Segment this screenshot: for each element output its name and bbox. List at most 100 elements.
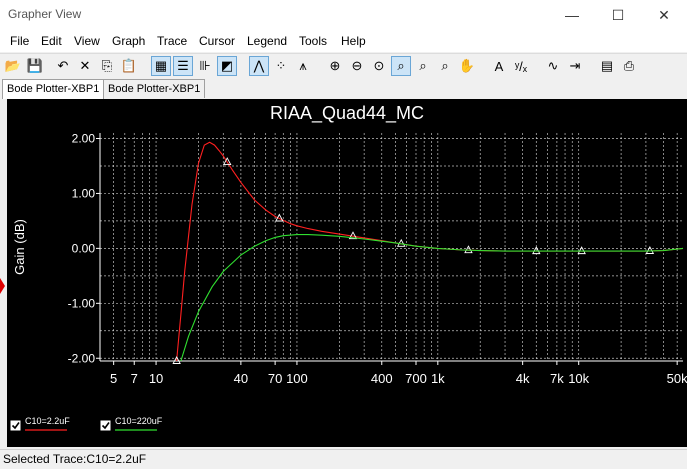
copy-icon: ⎘ (101, 58, 113, 73)
paste-button[interactable]: 📋 (119, 56, 139, 76)
properties-button[interactable]: ▤ (597, 56, 617, 76)
window-title: Grapher View (8, 7, 82, 21)
bode-chart[interactable]: RIAA_Quad44_MC Gain (dB) 2.00 1.00 0.00 -1.00… (7, 99, 687, 447)
x-tick-label: 700 (405, 371, 427, 386)
y-tick-label: -2.00 (68, 351, 96, 365)
fft-icon: ∿ (547, 58, 559, 73)
grid-icon: ▦ (154, 58, 168, 73)
maximize-button[interactable]: ☐ (595, 0, 641, 30)
status-bar: Selected Trace:C10=2.2uF (0, 449, 687, 469)
y-tick-label: 1.00 (72, 186, 96, 200)
menu-cursor[interactable]: Cursor (199, 34, 235, 48)
export-button[interactable]: ⇥ (565, 56, 585, 76)
cursor-toggle-button[interactable]: ⊪ (195, 56, 215, 76)
chart-title: RIAA_Quad44_MC (270, 103, 424, 124)
x-tick-label: 7k (550, 371, 564, 386)
y-tick-label: 2.00 (72, 131, 96, 145)
undo-icon: ↶ (57, 58, 69, 73)
legend-icon: ☰ (177, 58, 189, 73)
paste-icon: 📋 (120, 58, 138, 73)
text-button[interactable]: A (489, 56, 509, 76)
tab-bode-plotter-1[interactable]: Bode Plotter-XBP1 (2, 79, 105, 99)
status-text: Selected Trace:C10=2.2uF (3, 452, 147, 466)
close-icon: ✕ (658, 6, 670, 23)
zoom-x-button[interactable]: ⌕ (413, 56, 433, 76)
open-button[interactable]: 📂 (3, 56, 23, 76)
menu-edit[interactable]: Edit (41, 34, 62, 48)
delete-icon: ✕ (79, 58, 91, 73)
zoom-full-icon: ⊙ (373, 58, 385, 73)
copy-button[interactable]: ⎘ (97, 56, 117, 76)
close-button[interactable]: ✕ (641, 0, 687, 30)
line-points-icon: ⩚ (299, 58, 307, 73)
save-icon: 💾 (26, 58, 44, 73)
fft-button[interactable]: ∿ (543, 56, 563, 76)
print-icon: ⎙ (623, 58, 635, 73)
series-line-2 (180, 234, 684, 362)
x-tick-label: 1k (431, 371, 445, 386)
legend-button[interactable]: ☰ (173, 56, 193, 76)
trace-marker (645, 246, 655, 254)
background-button[interactable]: ◩ (217, 56, 237, 76)
menu-bar: File Edit View Graph Trace Cursor Legend… (0, 30, 687, 52)
export-icon: ⇥ (569, 58, 581, 73)
cursor-toggle-icon: ⊪ (199, 58, 211, 73)
zoom-x-icon: ⌕ (419, 58, 427, 73)
menu-tools[interactable]: Tools (299, 34, 327, 48)
x-tick-label: 4k (516, 371, 530, 386)
menu-trace[interactable]: Trace (157, 34, 187, 48)
zoom-y-button[interactable]: ⌕ (435, 56, 455, 76)
print-button[interactable]: ⎙ (619, 56, 639, 76)
x-tick-label: 10 (149, 371, 163, 386)
open-icon: 📂 (4, 58, 22, 73)
properties-icon: ▤ (600, 58, 614, 73)
x-tick-label: 5 (110, 371, 117, 386)
cursor-label-icon: ʸ/ₓ (514, 58, 528, 74)
y-axis-label: Gain (dB) (12, 219, 27, 275)
pan-icon: ✋ (458, 58, 476, 73)
tab-bode-plotter-2[interactable]: Bode Plotter-XBP1 (103, 79, 206, 98)
trace-marker (464, 245, 473, 254)
y-tick-label: 0.00 (72, 241, 96, 255)
legend-label-2: C10=220uF (115, 416, 163, 426)
x-tick-label: 100 (286, 371, 308, 386)
menu-view[interactable]: View (74, 34, 100, 48)
x-tick-label: 400 (371, 371, 393, 386)
maximize-icon: ☐ (611, 6, 625, 23)
points-trace-button[interactable]: ⁘ (271, 56, 291, 76)
grid-button[interactable]: ▦ (151, 56, 171, 76)
zoom-out-icon: ⊖ (351, 58, 363, 73)
background-icon: ◩ (220, 58, 234, 73)
menu-help[interactable]: Help (341, 34, 366, 48)
zoom-area-icon: ⌕ (397, 58, 405, 73)
zoom-in-button[interactable]: ⊕ (325, 56, 345, 76)
menu-file[interactable]: File (10, 34, 29, 48)
x-tick-label: 40 (234, 371, 248, 386)
title-bar: Grapher View — ☐ ✕ (0, 0, 687, 30)
zoom-full-button[interactable]: ⊙ (369, 56, 389, 76)
zoom-out-button[interactable]: ⊖ (347, 56, 367, 76)
line-trace-icon: ⋀ (253, 58, 265, 73)
menu-graph[interactable]: Graph (112, 34, 145, 48)
x-tick-label: 10k (568, 371, 589, 386)
minimize-icon: — (565, 7, 579, 23)
zoom-y-icon: ⌕ (441, 58, 449, 73)
undo-button[interactable]: ↶ (53, 56, 73, 76)
points-trace-icon: ⁘ (275, 58, 287, 73)
pan-button[interactable]: ✋ (457, 56, 477, 76)
zoom-area-button[interactable]: ⌕ (391, 56, 411, 76)
x-tick-label: 50k (667, 371, 687, 386)
line-points-button[interactable]: ⩚ (293, 56, 313, 76)
plot-area[interactable]: RIAA_Quad44_MC Gain (dB) 2.00 1.00 0.00 -1.00… (7, 99, 687, 447)
save-button[interactable]: 💾 (25, 56, 45, 76)
menu-legend[interactable]: Legend (247, 34, 287, 48)
cursor-label-button[interactable]: ʸ/ₓ (511, 56, 531, 76)
minimize-button[interactable]: — (549, 0, 595, 30)
zoom-in-icon: ⊕ (329, 58, 341, 73)
x-tick-label: 7 (131, 371, 138, 386)
trace-selector-marker (0, 278, 5, 294)
toolbar: 📂 💾 ↶ ✕ ⎘ 📋 ▦ ☰ ⊪ ◩ ⋀ ⁘ ⩚ ⊕ ⊖ ⊙ ⌕ ⌕ ⌕ ✋ Aʸ/ₓ ∿ ⇥ ▤ ⎙ (0, 53, 687, 78)
delete-button[interactable]: ✕ (75, 56, 95, 76)
line-trace-button[interactable]: ⋀ (249, 56, 269, 76)
tab-strip: Bode Plotter-XBP1 Bode Plotter-XBP1 (0, 79, 687, 99)
